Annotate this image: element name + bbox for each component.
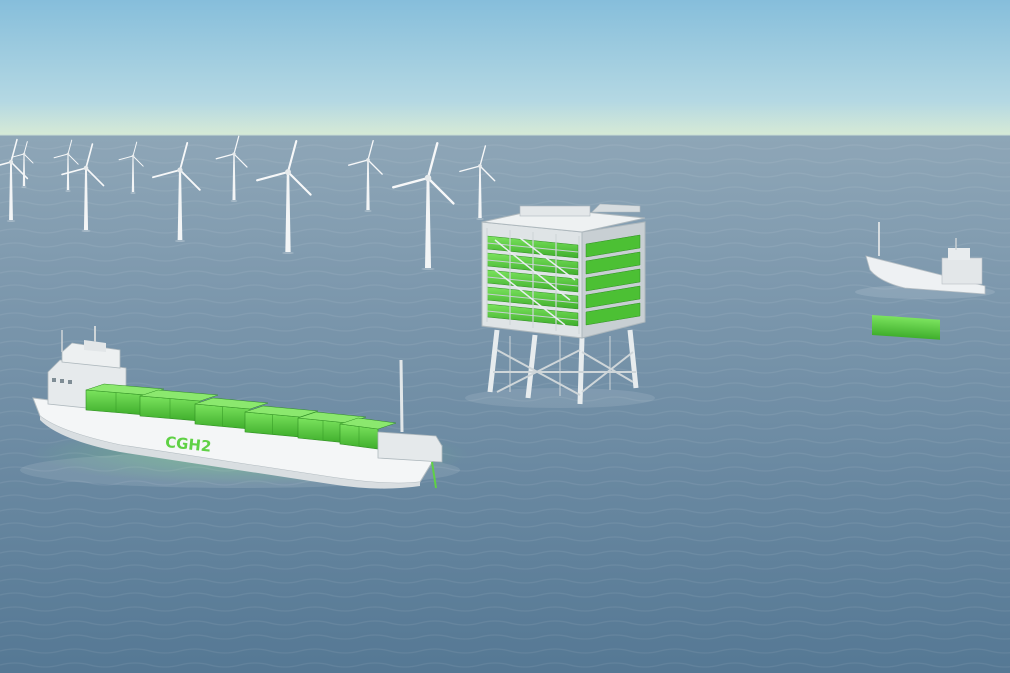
offshore-scene: CGH2 xyxy=(0,0,1010,673)
platform-hydrogen-modules xyxy=(486,228,641,334)
electrolysis-platform xyxy=(465,203,655,408)
sky xyxy=(0,0,1010,135)
